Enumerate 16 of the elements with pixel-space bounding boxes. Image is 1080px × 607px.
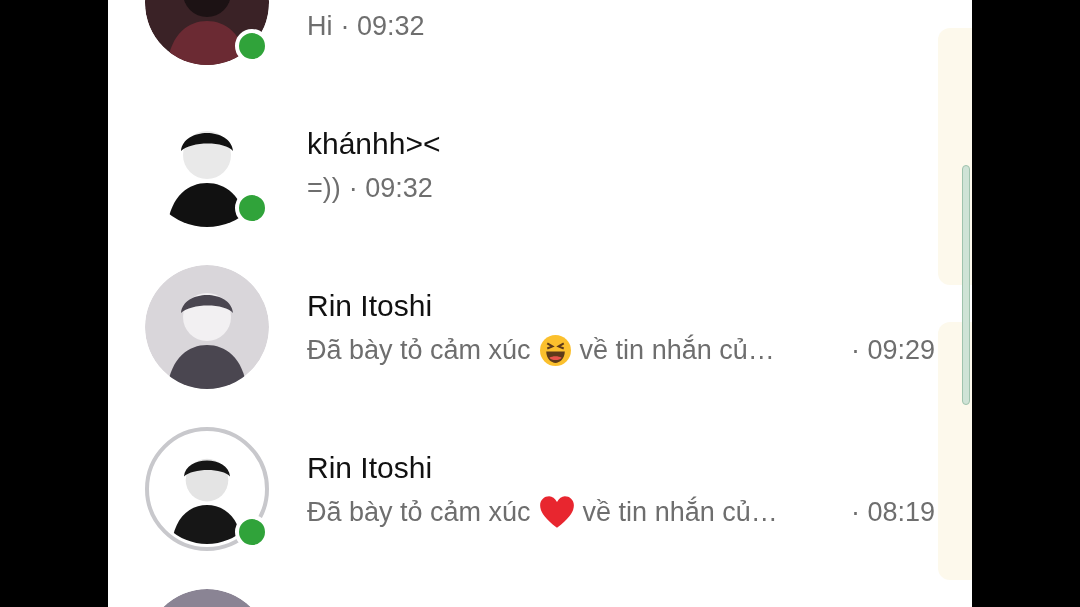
scrollbar-thumb[interactable] (962, 165, 970, 405)
contact-name: khánhh>< (307, 125, 441, 162)
message-preview: Đã bày tỏ cảm xúc (307, 333, 531, 367)
contact-name: Rin Itoshi (307, 287, 433, 324)
message-preview: Hi (307, 9, 333, 43)
message-time: · 08:19 (850, 495, 935, 529)
message-preview: về tin nhắn củ… (582, 495, 778, 529)
laughing-emoji-icon (538, 333, 572, 367)
contact-name: Rin Itoshi (307, 449, 433, 486)
message-time: · 09:32 (340, 9, 425, 43)
message-preview: về tin nhắn củ… (579, 333, 775, 367)
message-time: · 09:29 (850, 333, 935, 367)
message-time: · 09:32 (348, 171, 433, 205)
heart-icon (538, 495, 575, 529)
message-preview: =)) (307, 171, 341, 205)
message-preview: Đã bày tỏ cảm xúc (307, 495, 531, 529)
